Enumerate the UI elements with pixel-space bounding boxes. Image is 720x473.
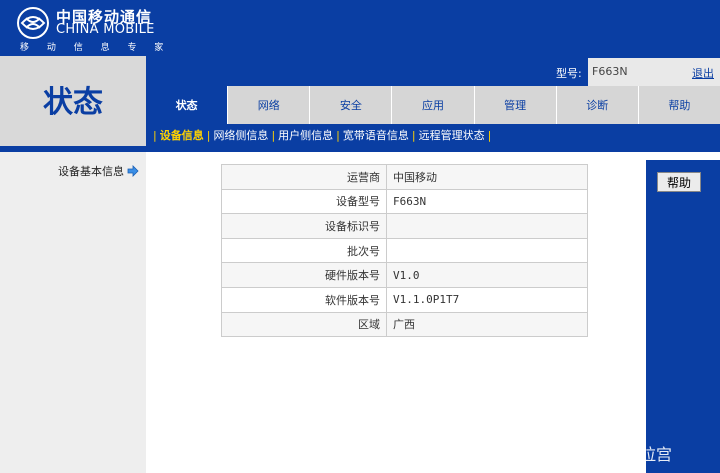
row-value: 广西 <box>386 311 588 338</box>
subtab-remote-management-status[interactable]: 远程管理状态 <box>419 127 485 143</box>
help-button[interactable]: 帮助 <box>657 172 701 192</box>
tab-help[interactable]: 帮助 <box>638 86 720 124</box>
top-header: 中国移动通信 CHINA MOBILE 移 动 信 息 专 家 <box>0 0 720 56</box>
row-label: 设备型号 <box>221 188 387 215</box>
tab-diagnosis[interactable]: 诊断 <box>556 86 639 124</box>
model-label: 型号: <box>556 67 582 80</box>
row-label: 批次号 <box>221 237 387 264</box>
table-row: 硬件版本号 V1.0 <box>221 262 588 288</box>
row-label: 设备标识号 <box>221 213 387 239</box>
subtab-separator: | <box>153 128 157 142</box>
table-row: 运营商 中国移动 <box>221 164 588 190</box>
content-top-bar <box>146 146 720 152</box>
row-label: 软件版本号 <box>221 286 387 313</box>
model-value: F663N <box>592 65 628 78</box>
table-row: 批次号 <box>221 237 588 264</box>
row-value: V1.1.0P1T7 <box>386 286 588 313</box>
tab-management[interactable]: 管理 <box>474 86 557 124</box>
main-tabs: 状态 网络 安全 应用 管理 诊断 帮助 <box>146 86 720 124</box>
device-info-table: 运营商 中国移动 设备型号 F663N 设备标识号 批次号 硬件版本号 V1.0… <box>221 164 588 338</box>
row-value: V1.0 <box>386 262 588 288</box>
page-title: 状态 <box>43 85 103 120</box>
logout-link[interactable]: 退出 <box>692 65 714 81</box>
row-value <box>386 237 588 264</box>
subtab-broadband-voice-info[interactable]: 宽带语音信息 <box>343 127 409 143</box>
row-value: F663N <box>386 188 588 215</box>
brand-name-en: CHINA MOBILE <box>56 22 155 37</box>
table-row: 区域 广西 <box>221 311 588 338</box>
row-label: 硬件版本号 <box>221 262 387 288</box>
subtab-separator: | <box>271 128 276 142</box>
tab-security[interactable]: 安全 <box>310 86 393 124</box>
subtab-network-side-info[interactable]: 网络侧信息 <box>213 127 268 143</box>
row-label: 区域 <box>221 311 387 338</box>
sub-tabs: | 设备信息 | 网络侧信息 | 用户侧信息 | 宽带语音信息 | 远程管理状态… <box>146 124 720 146</box>
subtab-device-info[interactable]: 设备信息 <box>160 127 204 143</box>
subtab-user-side-info[interactable]: 用户侧信息 <box>278 127 333 143</box>
row-value: 中国移动 <box>386 164 588 190</box>
table-row: 软件版本号 V1.1.0P1T7 <box>221 286 588 313</box>
china-mobile-logo-icon <box>17 7 49 39</box>
tab-status[interactable]: 状态 <box>146 86 229 124</box>
watermark-text: 酷安@玉林小布达拉宫 <box>512 445 673 464</box>
sidebar-item-device-basic-info[interactable]: 设备基本信息 <box>58 163 139 179</box>
table-row: 设备型号 F663N <box>221 188 588 215</box>
subtab-separator: | <box>336 128 340 142</box>
subtab-separator: | <box>206 128 211 142</box>
table-row: 设备标识号 <box>221 213 588 239</box>
sidebar-item-label: 设备基本信息 <box>58 165 124 178</box>
tab-network[interactable]: 网络 <box>228 86 311 124</box>
subtab-separator: | <box>411 128 416 142</box>
help-panel <box>646 160 720 473</box>
subtab-separator: | <box>487 128 492 142</box>
row-label: 运营商 <box>221 164 387 190</box>
tab-application[interactable]: 应用 <box>392 86 475 124</box>
brand-slogan: 移 动 信 息 专 家 <box>20 43 166 53</box>
row-value <box>386 213 588 239</box>
arrow-right-icon <box>127 165 139 177</box>
left-sidebar <box>0 152 146 473</box>
